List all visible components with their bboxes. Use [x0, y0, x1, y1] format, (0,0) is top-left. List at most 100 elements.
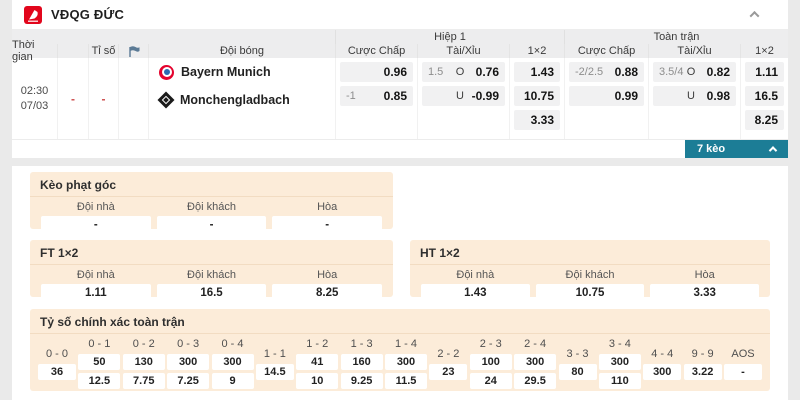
section-title: Tỷ số chính xác toàn trận — [30, 309, 770, 334]
score-odds-chip[interactable]: 3.22 — [683, 363, 722, 380]
corner-section: Kèo phạt góc Đội nhà - Đội khách - Hòa - — [30, 172, 393, 233]
odds-chip-h1-away[interactable]: 10.75 — [514, 86, 560, 106]
odds-value: 1.43 — [530, 65, 554, 79]
odds-chip-h1-draw[interactable]: 3.33 — [514, 110, 560, 130]
header-ft-handicap: Cược Chấp — [564, 44, 648, 58]
score-odds-chip[interactable]: 300 — [211, 354, 254, 370]
betting-page: VĐQG ĐỨC Hiệp 1 Toàn trận Thời gian Tỉ s… — [0, 0, 800, 400]
col-header: Đội nhà — [76, 269, 115, 281]
chevron-up-icon — [749, 10, 759, 21]
odds-chip-h1-handicap-under[interactable]: -1 0.85 — [340, 86, 413, 106]
header-h1-handicap: Cược Chấp — [335, 44, 417, 58]
score-label: 0 - 4 — [221, 338, 244, 350]
score-label: 0 - 2 — [132, 338, 155, 350]
score-cell: 0 - 1 50 12.5 — [78, 337, 121, 389]
odds-chip-ft-draw[interactable]: 8.25 — [745, 110, 784, 130]
score-odds-chip[interactable]: 7.25 — [167, 373, 210, 389]
odds-chip-ft-away[interactable]: 16.5 — [745, 86, 784, 106]
corner-draw-odds[interactable]: - — [272, 216, 383, 233]
handicap-line: -1 — [346, 90, 356, 102]
score-odds-chip[interactable]: 80 — [558, 363, 597, 380]
score-cell: 3 - 3 80 — [558, 337, 597, 389]
score-odds-chip[interactable]: 41 — [296, 354, 339, 370]
odds-chip-h1-home[interactable]: 1.43 — [514, 62, 560, 82]
score-odds-chip[interactable]: 29.5 — [514, 373, 557, 389]
odds-chip-h1-handicap-over[interactable]: 0.96 — [340, 62, 413, 82]
table-header: Hiệp 1 Toàn trận Thời gian Tỉ số Đội bón… — [12, 30, 788, 63]
odds-value: 0.88 — [614, 65, 638, 79]
score-odds-chip[interactable]: 24 — [469, 373, 512, 389]
score-odds-chip[interactable]: 7.75 — [122, 373, 165, 389]
score-label: 1 - 2 — [306, 338, 329, 350]
header-h1-overunder: Tài/Xỉu — [417, 44, 509, 58]
score-label: 3 - 3 — [566, 347, 589, 360]
col-header: Đội khách — [187, 201, 236, 213]
odds-chip-h1-over[interactable]: 1.5 O 0.76 — [422, 62, 505, 82]
ht-1x2-section: HT 1×2 Đội nhà 1.43 Đội khách 10.75 Hòa 3.3… — [410, 240, 770, 301]
odds-value: 1.11 — [755, 65, 778, 79]
match-time: 02:30 07/03 — [12, 58, 57, 139]
score-cell: 2 - 2 23 — [429, 337, 468, 389]
score-odds-chip[interactable]: 110 — [598, 373, 641, 389]
score-odds-chip[interactable]: 300 — [643, 363, 682, 380]
section-title: HT 1×2 — [410, 240, 770, 265]
score-cell: 0 - 3 300 7.25 — [167, 337, 210, 389]
score-odds-chip[interactable]: 300 — [598, 354, 641, 370]
score-away-cell: - — [88, 58, 118, 139]
odds-chip-ft-handicap-over[interactable]: -2/2.5 0.88 — [569, 62, 644, 82]
odds-value: 0.76 — [475, 65, 499, 79]
expand-markets-button[interactable]: 7 kèo — [685, 140, 788, 158]
header-full-match: Toàn trận — [564, 30, 788, 44]
odds-chip-ft-home[interactable]: 1.11 — [745, 62, 784, 82]
score-cell: 2 - 4 300 29.5 — [514, 337, 557, 389]
header-score-spacer — [57, 44, 88, 58]
corner-home-odds[interactable]: - — [41, 216, 151, 233]
score-odds-chip[interactable]: 50 — [78, 354, 121, 370]
odds-chip-ft-under[interactable]: U 0.98 — [653, 86, 736, 106]
ft-home-odds[interactable]: 1.11 — [41, 284, 151, 301]
score-odds-chip[interactable]: 11.5 — [385, 373, 427, 389]
score-cell: 0 - 4 300 9 — [211, 337, 254, 389]
ht-away-odds[interactable]: 10.75 — [535, 284, 645, 301]
score-odds-chip[interactable]: 300 — [385, 354, 427, 370]
score-odds-chip[interactable]: 12.5 — [78, 373, 121, 389]
odds-chip-h1-under[interactable]: U -0.99 — [422, 86, 505, 106]
score-odds-chip[interactable]: 9 — [211, 373, 254, 389]
score-cell: AOS - — [724, 337, 762, 389]
league-title: VĐQG ĐỨC — [51, 7, 125, 22]
chevron-up-icon — [768, 146, 778, 155]
odds-value: 0.96 — [383, 65, 407, 79]
score-odds-chip[interactable]: 9.25 — [340, 373, 383, 389]
score-odds-chip[interactable]: 36 — [38, 363, 76, 380]
odds-chip-ft-handicap-under[interactable]: 0.99 — [569, 86, 644, 106]
header-ft-1x2: 1×2 — [740, 44, 788, 58]
score-cell: 1 - 3 160 9.25 — [340, 337, 383, 389]
odds-value: 0.82 — [706, 65, 730, 79]
odds-chip-ft-over[interactable]: 3.5/4 O 0.82 — [653, 62, 736, 82]
score-cell: 1 - 2 41 10 — [296, 337, 339, 389]
score-odds-chip[interactable]: - — [724, 363, 762, 380]
score-odds-chip[interactable]: 160 — [340, 354, 383, 370]
score-cell: 2 - 3 100 24 — [469, 337, 512, 389]
score-odds-chip[interactable]: 14.5 — [255, 363, 294, 380]
ft-away-odds[interactable]: 16.5 — [156, 284, 267, 301]
score-odds-chip[interactable]: 10 — [296, 373, 339, 389]
corner-away-odds[interactable]: - — [156, 216, 267, 233]
ft-1x2-section: FT 1×2 Đội nhà 1.11 Đội khách 16.5 Hòa 8.25 — [30, 240, 393, 301]
score-label: AOS — [731, 347, 755, 360]
ht-draw-odds[interactable]: 3.33 — [650, 284, 760, 301]
league-collapse-button[interactable] — [746, 7, 762, 23]
header-ft-overunder: Tài/Xỉu — [648, 44, 740, 58]
score-odds-chip[interactable]: 100 — [469, 354, 512, 370]
ht-home-odds[interactable]: 1.43 — [421, 284, 530, 301]
score-home-cell: - — [57, 58, 88, 139]
score-odds-chip[interactable]: 130 — [122, 354, 165, 370]
score-odds-chip[interactable]: 300 — [514, 354, 557, 370]
ft-1x2-column: 1.11 16.5 8.25 — [740, 58, 788, 139]
ou-side: U — [456, 90, 464, 102]
score-odds-chip[interactable]: 300 — [167, 354, 210, 370]
score-label: 0 - 0 — [45, 347, 68, 360]
home-team-name: Bayern Munich — [181, 65, 271, 79]
score-odds-chip[interactable]: 23 — [429, 363, 468, 380]
ft-draw-odds[interactable]: 8.25 — [272, 284, 383, 301]
